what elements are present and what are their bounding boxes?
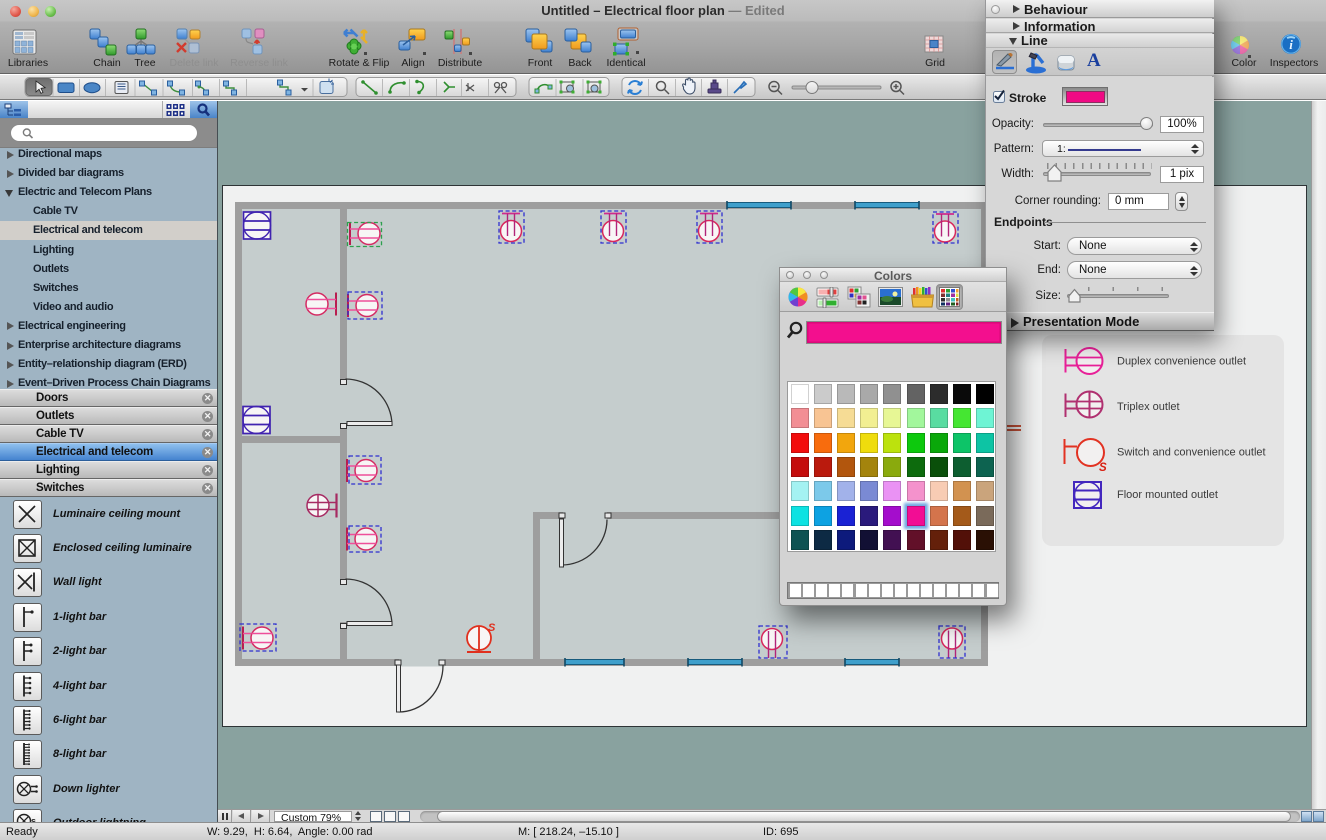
svg-text:Triplex outlet: Triplex outlet <box>1117 401 1180 413</box>
svg-text:Duplex convenience outlet: Duplex convenience outlet <box>1117 355 1246 367</box>
svg-text:i: i <box>1289 37 1293 52</box>
svg-text:Switch and convenience outlet: Switch and convenience outlet <box>1117 446 1266 458</box>
svg-text:S: S <box>488 622 496 634</box>
svg-text:S: S <box>1099 462 1107 474</box>
svg-text:Floor mounted outlet: Floor mounted outlet <box>1117 489 1218 501</box>
